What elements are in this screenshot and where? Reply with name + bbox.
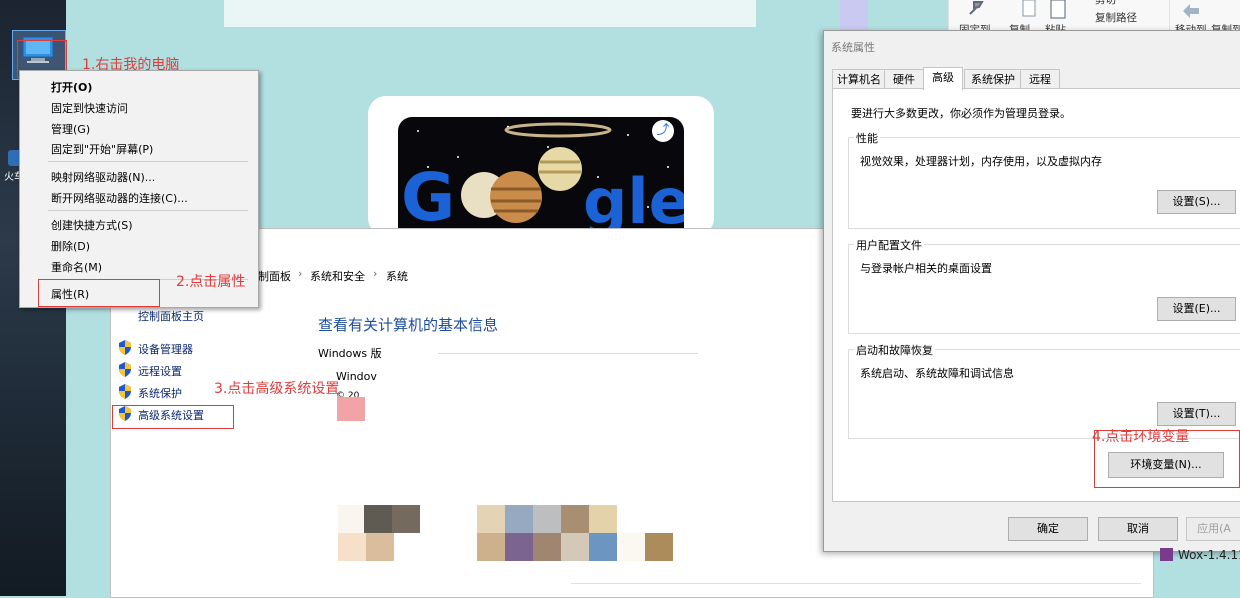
tab-computer-name[interactable]: 计算机名 xyxy=(832,69,886,89)
browser-strip xyxy=(224,0,756,27)
mosaic-block xyxy=(533,505,561,533)
divider xyxy=(438,353,698,354)
tab-computer-name-label: 计算机名 xyxy=(837,73,881,86)
ok-button[interactable]: 确定 xyxy=(1008,517,1088,541)
startup-recovery-title: 启动和故障恢复 xyxy=(854,342,935,358)
menu-separator xyxy=(48,210,248,211)
menu-item-rename[interactable]: 重命名(M) xyxy=(51,259,102,275)
mosaic-block xyxy=(366,533,394,561)
user-profiles-desc: 与登录帐户相关的桌面设置 xyxy=(860,262,992,275)
step2-annotation: 2.点击属性 xyxy=(176,274,246,290)
menu-item-create-shortcut[interactable]: 创建快捷方式(S) xyxy=(51,217,133,233)
svg-text:gle: gle xyxy=(583,165,684,237)
menu-item-pin-quick-access[interactable]: 固定到快速访问 xyxy=(51,100,128,116)
explorer-ribbon: 固定到 复制 粘贴 剪切 复制路径 移动到 复制到 xyxy=(948,0,1240,36)
sidebar-item-device-manager[interactable]: 设备管理器 xyxy=(138,341,193,357)
menu-item-disconnect-network-drive[interactable]: 断开网络驱动器的连接(C)... xyxy=(51,190,188,206)
mosaic-block xyxy=(505,505,533,533)
menu-item-map-network-drive[interactable]: 映射网络驱动器(N)... xyxy=(51,169,155,185)
sidebar-item-remote-settings[interactable]: 远程设置 xyxy=(138,363,182,379)
tab-hardware[interactable]: 硬件 xyxy=(884,69,924,89)
user-profiles-settings-button[interactable]: 设置(E)... xyxy=(1157,297,1236,321)
menu-item-manage[interactable]: 管理(G) xyxy=(51,121,90,137)
tab-advanced-label: 高级 xyxy=(932,71,954,84)
sidebar-control-panel-home[interactable]: 控制面板主页 xyxy=(138,308,204,324)
breadcrumb-system[interactable]: 系统 xyxy=(386,268,408,284)
menu-item-delete[interactable]: 删除(D) xyxy=(51,238,90,254)
sidebar-item-system-protection[interactable]: 系统保护 xyxy=(138,385,182,401)
breadcrumb-separator-icon: › xyxy=(373,267,378,280)
mosaic-block xyxy=(337,397,365,421)
startup-recovery-settings-button[interactable]: 设置(T)... xyxy=(1157,402,1236,426)
performance-title: 性能 xyxy=(854,130,880,146)
step3-annotation: 3.点击高级系统设置 xyxy=(214,381,340,397)
startup-recovery-desc: 系统启动、系统故障和调试信息 xyxy=(860,367,1014,380)
shield-icon xyxy=(119,340,131,355)
performance-settings-button[interactable]: 设置(S)... xyxy=(1157,190,1236,214)
user-profiles-group: 用户配置文件 与登录帐户相关的桌面设置 设置(E)... xyxy=(848,237,1240,334)
breadcrumb-separator-icon: › xyxy=(298,267,303,280)
mosaic-block xyxy=(505,533,533,561)
mosaic-block xyxy=(338,533,366,561)
mosaic-block xyxy=(589,533,617,561)
mosaic-block xyxy=(477,533,505,561)
performance-desc: 视觉效果，处理器计划，内存使用，以及虚拟内存 xyxy=(860,155,1102,168)
wox-icon[interactable] xyxy=(1160,548,1173,561)
cancel-button[interactable]: 取消 xyxy=(1098,517,1178,541)
ribbon-separator xyxy=(1169,0,1170,30)
divider xyxy=(571,583,1141,584)
mosaic-block xyxy=(364,505,392,533)
mosaic-block xyxy=(589,505,617,533)
admin-note: 要进行大多数更改，你必须作为管理员登录。 xyxy=(851,107,1071,120)
move-to-icon[interactable] xyxy=(1181,2,1201,20)
breadcrumb-control-panel[interactable]: 制面板 xyxy=(258,268,291,284)
properties-highlight xyxy=(38,279,160,307)
dialog-title: 系统属性 xyxy=(831,41,875,54)
tab-remote[interactable]: 远程 xyxy=(1020,69,1060,89)
wox-taskbar-label[interactable]: Wox-1.4.11 xyxy=(1178,548,1240,562)
windows-version-text: Windov xyxy=(336,370,377,383)
menu-item-open[interactable]: 打开(O) xyxy=(51,79,92,95)
share-icon[interactable]: ⤴ xyxy=(652,120,674,142)
tab-remote-label: 远程 xyxy=(1029,73,1051,86)
shield-icon xyxy=(119,362,131,377)
mosaic-block xyxy=(533,533,561,561)
mosaic-block xyxy=(561,533,589,561)
mosaic-block xyxy=(392,505,420,533)
paste-icon[interactable] xyxy=(1049,0,1067,20)
advanced-settings-highlight xyxy=(112,405,234,429)
google-doodle[interactable]: G gle xyxy=(398,117,684,237)
mosaic-block xyxy=(477,505,505,533)
shield-icon xyxy=(119,384,131,399)
breadcrumb-system-security[interactable]: 系统和安全 xyxy=(310,268,365,284)
color-swatch xyxy=(840,0,868,30)
tab-system-protection[interactable]: 系统保护 xyxy=(964,69,1022,89)
page-title: 查看有关计算机的基本信息 xyxy=(318,316,499,334)
apply-button[interactable]: 应用(A xyxy=(1186,517,1240,541)
tab-system-protection-label: 系统保护 xyxy=(971,73,1015,86)
menu-separator xyxy=(48,161,248,162)
pin-icon[interactable] xyxy=(966,0,986,16)
tab-advanced[interactable]: 高级 xyxy=(923,67,963,90)
step4-annotation: 4.点击环境变量 xyxy=(1092,429,1190,445)
mosaic-block xyxy=(338,505,364,533)
user-profiles-title: 用户配置文件 xyxy=(854,237,924,253)
mosaic-block xyxy=(561,505,589,533)
svg-text:G: G xyxy=(401,159,455,236)
ribbon-copy-path-label[interactable]: 复制路径 xyxy=(1095,10,1137,25)
mosaic-block xyxy=(617,533,645,561)
tab-hardware-label: 硬件 xyxy=(893,73,915,86)
mosaic-block xyxy=(645,533,673,561)
performance-group: 性能 视觉效果，处理器计划，内存使用，以及虚拟内存 设置(S)... xyxy=(848,130,1240,229)
copy-icon[interactable] xyxy=(1021,0,1039,18)
ribbon-cut-label[interactable]: 剪切 xyxy=(1095,0,1116,7)
menu-item-pin-start[interactable]: 固定到"开始"屏幕(P) xyxy=(51,141,153,157)
windows-edition-label: Windows 版 xyxy=(318,347,382,360)
